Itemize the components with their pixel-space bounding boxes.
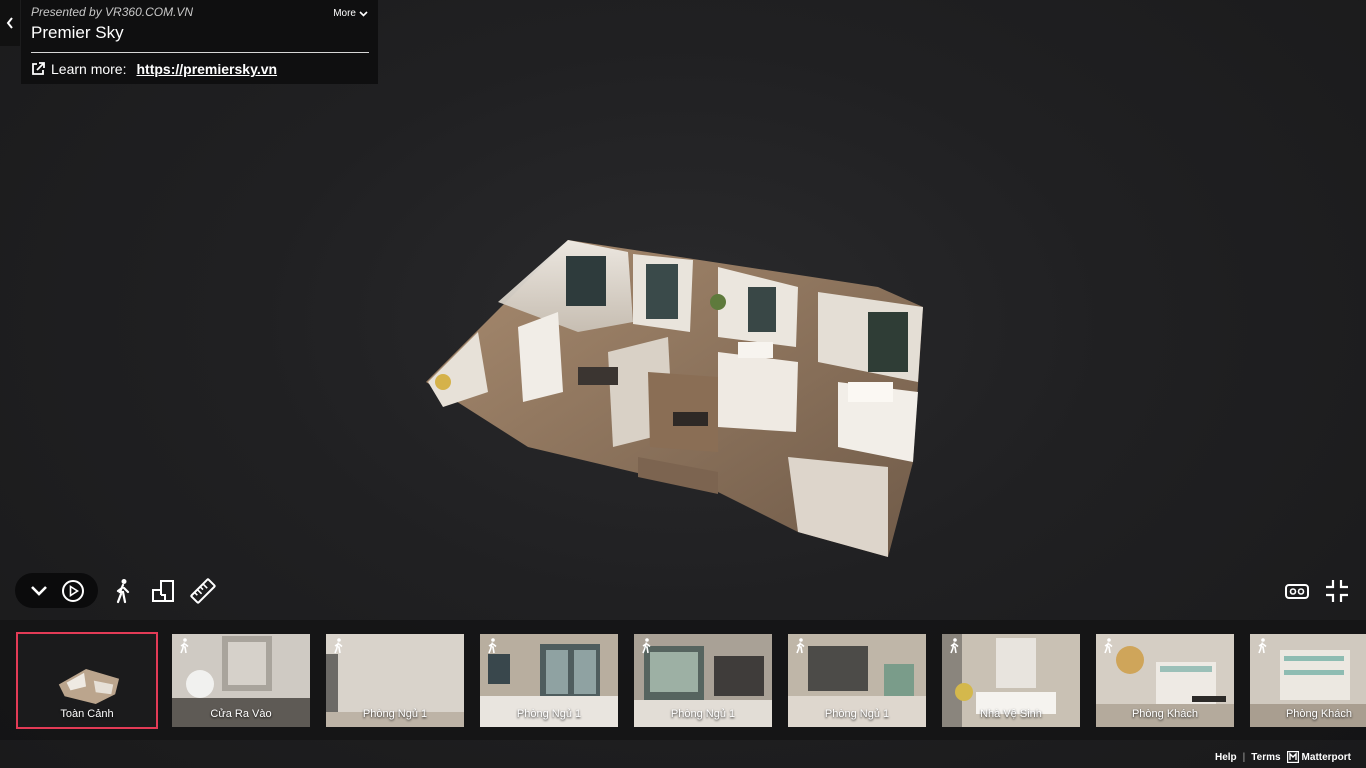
- thumbnail-overview[interactable]: Toàn Cảnh: [16, 632, 158, 729]
- play-icon[interactable]: [61, 579, 85, 603]
- matterport-logo-icon: [1286, 751, 1299, 763]
- thumbnail-label: Nhà Vệ Sinh: [980, 708, 1042, 720]
- thumbnail-label: Phòng Ngủ 1: [362, 708, 428, 720]
- presenter-name: VR360.COM.VN: [105, 5, 194, 19]
- thumbnail-bathroom[interactable]: Nhà Vệ Sinh: [942, 634, 1080, 727]
- thumbnail-label: Toàn Cảnh: [60, 708, 114, 720]
- walk-icon: [796, 638, 805, 654]
- dollhouse-model[interactable]: [418, 232, 938, 562]
- thumbnail-living-room-b[interactable]: Phòng Khách: [1250, 634, 1366, 727]
- walk-icon: [642, 638, 651, 654]
- info-panel: Presented by VR360.COM.VN More Premier S…: [21, 0, 378, 84]
- chevron-down-icon: [359, 10, 368, 17]
- thumbnail-bedroom-1c[interactable]: Phòng Ngủ 1: [634, 634, 772, 727]
- exit-fullscreen-button[interactable]: [1324, 578, 1350, 604]
- back-button[interactable]: [0, 0, 20, 46]
- footer: Help | Terms Matterport: [1215, 751, 1351, 763]
- title-divider: [31, 52, 369, 53]
- thumbnail-bedroom-1b[interactable]: Phòng Ngủ 1: [480, 634, 618, 727]
- walk-mode-button[interactable]: [110, 578, 136, 604]
- presented-prefix: Presented by: [31, 5, 106, 19]
- thumbnail-label: Phòng Khách: [1285, 708, 1353, 720]
- presented-by: Presented by VR360.COM.VN: [31, 5, 193, 19]
- walk-icon: [1258, 638, 1267, 654]
- floorplan-button[interactable]: [150, 578, 176, 604]
- walk-icon: [334, 638, 343, 654]
- walk-icon: [180, 638, 189, 654]
- matterport-link[interactable]: Matterport: [1286, 751, 1351, 763]
- terms-link[interactable]: Terms: [1251, 752, 1280, 763]
- vr-headset-icon: [1285, 584, 1309, 599]
- walk-icon: [488, 638, 497, 654]
- walk-icon: [950, 638, 959, 654]
- help-link[interactable]: Help: [1215, 752, 1237, 763]
- floorplan-icon: [152, 580, 174, 602]
- thumbnail-entrance[interactable]: Cửa Ra Vào: [172, 634, 310, 727]
- walk-icon: [116, 579, 130, 604]
- thumbnail-label: Phòng Ngủ 1: [824, 708, 890, 720]
- thumbnail-label: Cửa Ra Vào: [210, 708, 272, 720]
- measure-button[interactable]: [190, 578, 216, 604]
- walk-icon: [1104, 638, 1113, 654]
- matterport-label: Matterport: [1301, 751, 1351, 763]
- page-title: Premier Sky: [31, 23, 124, 42]
- thumbnail-bedroom-1a[interactable]: Phòng Ngủ 1: [326, 634, 464, 727]
- thumbnail-living-room-a[interactable]: Phòng Khách: [1096, 634, 1234, 727]
- thumbnail-bedroom-1d[interactable]: Phòng Ngủ 1: [788, 634, 926, 727]
- external-link-icon: [32, 62, 45, 75]
- learn-more: Learn more: https://premiersky.vn: [31, 61, 277, 77]
- footer-separator: |: [1242, 751, 1246, 763]
- exit-fullscreen-icon: [1326, 580, 1348, 602]
- vr-button[interactable]: [1284, 578, 1310, 604]
- measure-icon: [190, 578, 216, 604]
- more-label: More: [333, 8, 356, 19]
- chevron-left-icon: [6, 17, 13, 29]
- chevron-down-icon[interactable]: [29, 584, 49, 598]
- view-controls: [15, 573, 98, 608]
- more-button[interactable]: More: [333, 8, 368, 19]
- thumbnail-label: Phòng Ngủ 1: [516, 708, 582, 720]
- thumbnail-label: Phòng Khách: [1131, 708, 1199, 720]
- learn-more-link[interactable]: https://premiersky.vn: [136, 61, 277, 77]
- learn-more-label: Learn more:: [51, 61, 127, 77]
- thumbnail-label: Phòng Ngủ 1: [670, 708, 736, 720]
